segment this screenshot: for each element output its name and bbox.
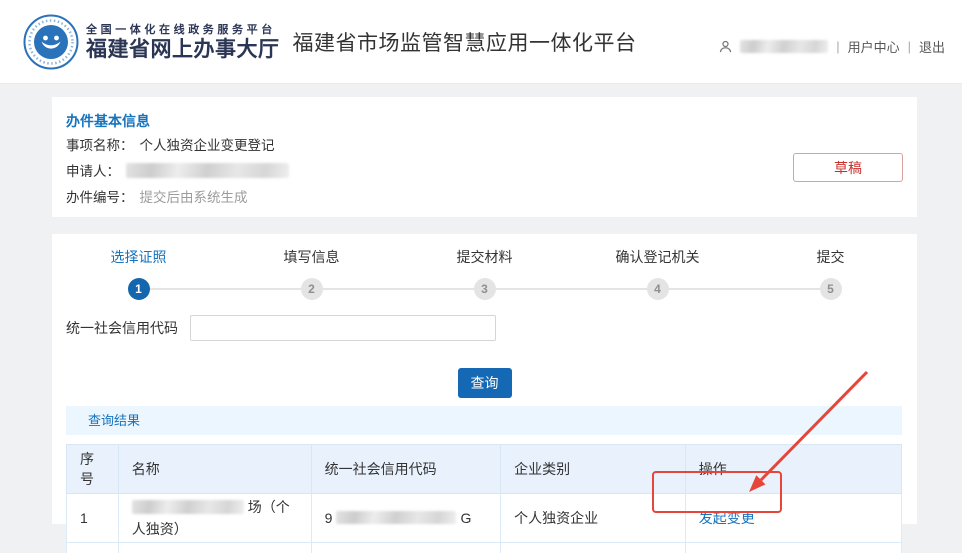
separator: | [908,39,911,54]
col-credit-code: 统一社会信用代码 [311,445,501,494]
step-circle: 2 [301,278,323,300]
step-label: 选择证照 [52,247,225,267]
step-circle: 3 [474,278,496,300]
logo-line1: 全国一体化在线政务服务平台 [86,21,280,37]
site-emblem-icon [23,14,79,70]
step-label: 填写信息 [225,247,398,267]
step-confirm-authority: 确认登记机关 4 [571,247,744,300]
logout-link[interactable]: 退出 [919,37,945,56]
step-fill-info: 填写信息 2 [225,247,398,300]
field-case-number: 办件编号： 提交后由系统生成 [66,188,903,207]
credit-code-form-row: 统一社会信用代码 [66,315,902,341]
separator: | [836,39,839,54]
field-applicant: 申请人： [66,162,903,181]
table-header-row: 序号 名称 统一社会信用代码 企业类别 操作 [67,445,902,494]
code-suffix: G [460,510,471,526]
case-info-card: 办件基本信息 事项名称： 个人独资企业变更登记 申请人： 办件编号： 提交后由系统生… [52,97,917,217]
step-label: 提交材料 [398,247,571,267]
step-submit: 提交 5 [744,247,917,300]
field-label: 办件编号： [66,190,134,205]
credit-code-label: 统一社会信用代码 [66,318,178,338]
initiate-change-link[interactable]: 发起变更 [699,510,755,526]
site-logo: 全国一体化在线政务服务平台 福建省网上办事大厅 [23,14,280,70]
name-redacted [132,500,244,514]
code-prefix: 9 [325,510,333,526]
field-label: 事项名称： [66,138,134,153]
field-item-name: 事项名称： 个人独资企业变更登记 [66,136,903,155]
field-value: 个人独资企业变更登记 [140,138,275,153]
results-section-title: 查询结果 [66,406,902,435]
credit-code-input[interactable] [190,315,496,341]
cell-name: 场（个人独资） [118,494,311,543]
col-category: 企业类别 [501,445,686,494]
results-table: 序号 名称 统一社会信用代码 企业类别 操作 1 场（个人独资） 9G 个人独资… [66,444,902,553]
query-button[interactable]: 查询 [458,368,512,398]
code-redacted [336,511,456,524]
step-circle: 5 [820,278,842,300]
step-wizard: 选择证照 1 填写信息 2 提交材料 3 确认登记机关 4 提交 5 [52,247,917,300]
cell-category: 个人独资企业 [501,494,686,543]
app-header: 全国一体化在线政务服务平台 福建省网上办事大厅 福建省市场监管智慧应用一体化平台… [0,0,962,84]
draft-button[interactable]: 草稿 [793,153,903,182]
field-value: 提交后由系统生成 [140,190,248,205]
step-label: 确认登记机关 [571,247,744,267]
platform-title: 福建省市场监管智慧应用一体化平台 [293,27,637,57]
logo-line2: 福建省网上办事大厅 [86,37,280,62]
case-info-title: 办件基本信息 [66,113,903,129]
username-redacted[interactable] [740,40,828,53]
user-center-link[interactable]: 用户中心 [848,37,900,56]
cell-credit-code: 9G [311,494,501,543]
step-submit-materials: 提交材料 3 [398,247,571,300]
cell-action: 发起变更 [685,494,901,543]
col-seq: 序号 [67,445,119,494]
step-label: 提交 [744,247,917,267]
page: 全国一体化在线政务服务平台 福建省网上办事大厅 福建省市场监管智慧应用一体化平台… [0,0,962,525]
table-row-partial [67,543,902,553]
site-logo-text: 全国一体化在线政务服务平台 福建省网上办事大厅 [86,21,280,62]
col-name: 名称 [118,445,311,494]
user-area: | 用户中心 | 退出 [718,37,945,56]
step-select-license: 选择证照 1 [52,247,225,300]
user-icon [718,39,733,54]
step-circle: 4 [647,278,669,300]
wizard-card: 选择证照 1 填写信息 2 提交材料 3 确认登记机关 4 提交 5 统一社会信… [52,234,917,524]
field-label: 申请人： [66,164,120,179]
col-action: 操作 [685,445,901,494]
table-row: 1 场（个人独资） 9G 个人独资企业 发起变更 [67,494,902,543]
applicant-redacted [126,163,289,178]
cell-seq: 1 [67,494,119,543]
step-circle: 1 [128,278,150,300]
